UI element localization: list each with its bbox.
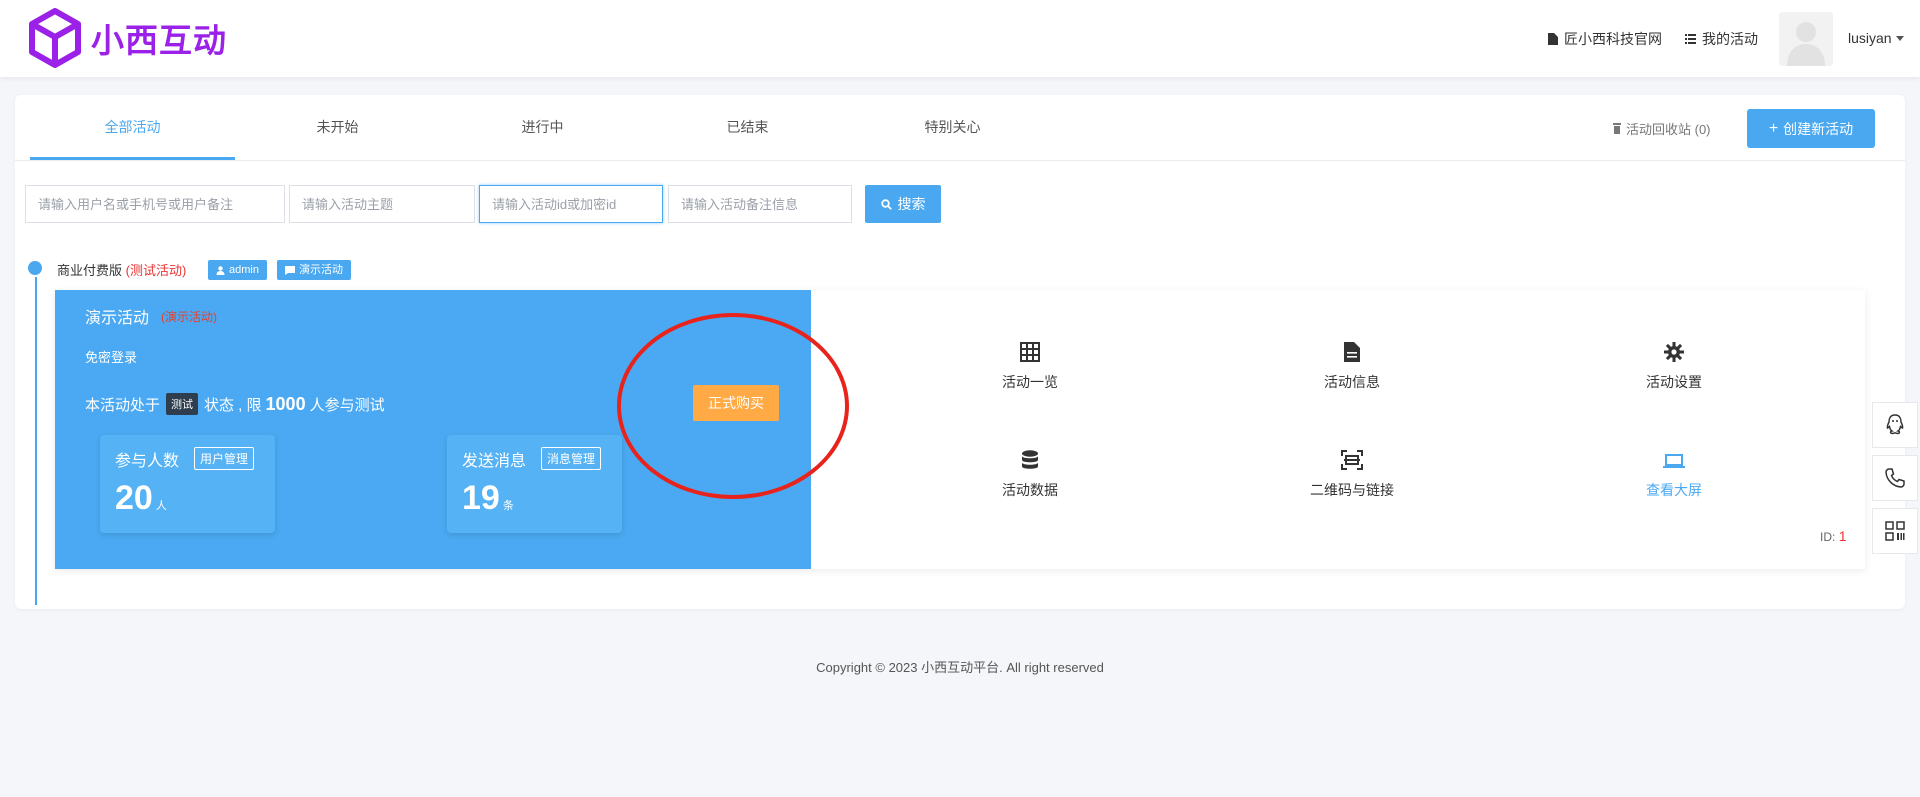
user-management-button[interactable]: 用户管理 bbox=[194, 447, 255, 470]
document-icon bbox=[1548, 33, 1558, 45]
qrcode-button[interactable] bbox=[1872, 508, 1918, 554]
grid-icon bbox=[1020, 342, 1040, 362]
event-status: 本活动处于 测试 状态 , 限 1000 人参与测试 bbox=[85, 393, 385, 415]
trash-icon bbox=[1613, 123, 1621, 134]
participants-count: 20 bbox=[115, 479, 153, 517]
username[interactable]: lusiyan bbox=[1848, 30, 1892, 46]
login-mode: 免密登录 bbox=[85, 350, 138, 365]
chevron-down-icon[interactable] bbox=[1896, 36, 1904, 41]
avatar[interactable] bbox=[1779, 12, 1833, 66]
group-title: 商业付费版 (测试活动) bbox=[57, 263, 187, 278]
database-icon bbox=[1022, 450, 1038, 469]
tab-favorites[interactable]: 特别关心 bbox=[850, 95, 1055, 159]
recycle-bin-link[interactable]: 活动回收站 (0) bbox=[1613, 119, 1711, 138]
user-search-input[interactable] bbox=[25, 185, 285, 223]
user-avatar-icon bbox=[1779, 12, 1833, 66]
action-settings[interactable]: 活动设置 bbox=[1574, 342, 1774, 392]
file-icon bbox=[1344, 342, 1360, 362]
gear-icon bbox=[1664, 342, 1684, 362]
user-icon bbox=[216, 265, 225, 275]
status-badge: 测试 bbox=[166, 393, 199, 415]
qrcode-icon bbox=[1885, 521, 1905, 541]
admin-badge: admin bbox=[208, 260, 267, 280]
topic-search-input[interactable] bbox=[289, 185, 475, 223]
action-info[interactable]: 活动信息 bbox=[1252, 342, 1452, 392]
official-site-link[interactable]: 匠小西科技官网 bbox=[1548, 29, 1662, 49]
qq-contact-button[interactable] bbox=[1872, 402, 1918, 448]
logo[interactable]: 小西互动 bbox=[28, 8, 227, 68]
action-big-screen[interactable]: 查看大屏 bbox=[1574, 450, 1774, 500]
note-search-input[interactable] bbox=[668, 185, 852, 223]
footer-copyright: Copyright © 2023 小西互动平台. All right reser… bbox=[816, 660, 1104, 675]
list-icon bbox=[1685, 34, 1696, 44]
messages-count: 19 bbox=[462, 479, 500, 517]
tab-not-started[interactable]: 未开始 bbox=[235, 95, 440, 159]
event-title[interactable]: 演示活动 bbox=[85, 304, 149, 328]
search-button[interactable]: 搜索 bbox=[865, 185, 941, 223]
tab-in-progress[interactable]: 进行中 bbox=[440, 95, 645, 159]
phone-icon bbox=[1885, 468, 1905, 488]
tab-all[interactable]: 全部活动 bbox=[30, 95, 235, 160]
search-icon bbox=[880, 198, 892, 210]
message-icon bbox=[285, 265, 295, 275]
logo-text: 小西互动 bbox=[91, 22, 227, 59]
event-id: ID: 1 bbox=[1820, 528, 1847, 544]
demo-badge: 演示活动 bbox=[277, 260, 351, 280]
phone-contact-button[interactable] bbox=[1872, 455, 1918, 501]
participants-stat: 参与人数 用户管理 20 人 bbox=[100, 435, 275, 533]
event-title-tag: (演示活动) bbox=[161, 310, 217, 324]
timeline-line bbox=[35, 277, 37, 605]
action-overview[interactable]: 活动一览 bbox=[930, 342, 1130, 392]
top-header: 小西互动 匠小西科技官网 我的活动 lusiyan bbox=[0, 0, 1920, 77]
activity-id-input[interactable] bbox=[479, 185, 663, 223]
action-data[interactable]: 活动数据 bbox=[930, 450, 1130, 500]
tab-ended[interactable]: 已结束 bbox=[645, 95, 850, 159]
laptop-icon bbox=[1663, 454, 1685, 468]
plus-icon: + bbox=[1768, 119, 1779, 137]
qrcode-scan-icon bbox=[1341, 450, 1363, 470]
timeline-dot bbox=[28, 261, 42, 275]
my-activities-link[interactable]: 我的活动 bbox=[1685, 29, 1758, 49]
message-management-button[interactable]: 消息管理 bbox=[541, 447, 602, 470]
create-activity-button[interactable]: + 创建新活动 bbox=[1747, 109, 1875, 148]
activity-tabs: 全部活动 未开始 进行中 已结束 特别关心 活动回收站 (0) + 创建新活动 bbox=[15, 95, 1905, 161]
group-tag: (测试活动) bbox=[125, 263, 187, 278]
highlight-circle bbox=[617, 313, 849, 499]
cube-logo-icon bbox=[29, 8, 81, 68]
qq-icon bbox=[1886, 414, 1904, 435]
messages-stat: 发送消息 消息管理 19 条 bbox=[447, 435, 622, 533]
activity-card: 全部活动 未开始 进行中 已结束 特别关心 活动回收站 (0) + 创建新活动 … bbox=[15, 95, 1905, 609]
event-item: 演示活动 (演示活动) 免密登录 本活动处于 测试 状态 , 限 1000 人参… bbox=[55, 290, 1865, 569]
action-qrcode-link[interactable]: 二维码与链接 bbox=[1252, 450, 1452, 500]
participant-limit: 1000 bbox=[265, 393, 306, 414]
